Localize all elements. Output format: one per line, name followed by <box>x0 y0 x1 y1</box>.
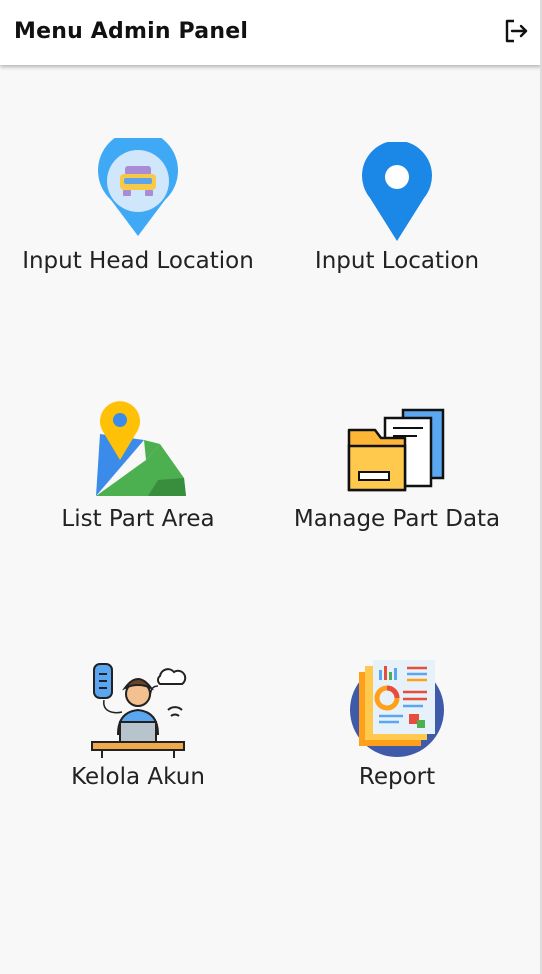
menu-label-report: Report <box>358 764 436 790</box>
menu-tile-list-part-area[interactable]: List Part Area <box>3 324 273 582</box>
menu-tile-input-location[interactable]: Input Location <box>262 66 532 324</box>
menu-tile-input-head-location[interactable]: Input Head Location <box>3 66 273 324</box>
menu-label-input-head-location: Input Head Location <box>22 248 254 274</box>
page-title: Menu Admin Panel <box>14 19 249 44</box>
menu-label-manage-part-data: Manage Part Data <box>293 506 501 532</box>
folder-documents-icon <box>345 408 449 494</box>
logout-icon <box>505 19 528 43</box>
logout-button[interactable] <box>502 17 530 45</box>
menu-tile-kelola-akun[interactable]: Kelola Akun <box>3 582 273 840</box>
menu-tile-manage-part-data[interactable]: Manage Part Data <box>262 324 532 582</box>
menu-label-input-location: Input Location <box>314 248 480 274</box>
menu-label-kelola-akun: Kelola Akun <box>71 764 205 790</box>
app-bar: Menu Admin Panel <box>0 0 542 65</box>
menu-tile-report[interactable]: Report <box>262 582 532 840</box>
map-area-icon <box>88 400 188 500</box>
report-chart-icon <box>347 658 447 758</box>
user-workstation-icon <box>88 660 188 760</box>
location-pin-icon <box>360 140 434 242</box>
head-location-pin-icon <box>93 130 183 238</box>
menu-label-list-part-area: List Part Area <box>61 506 215 532</box>
